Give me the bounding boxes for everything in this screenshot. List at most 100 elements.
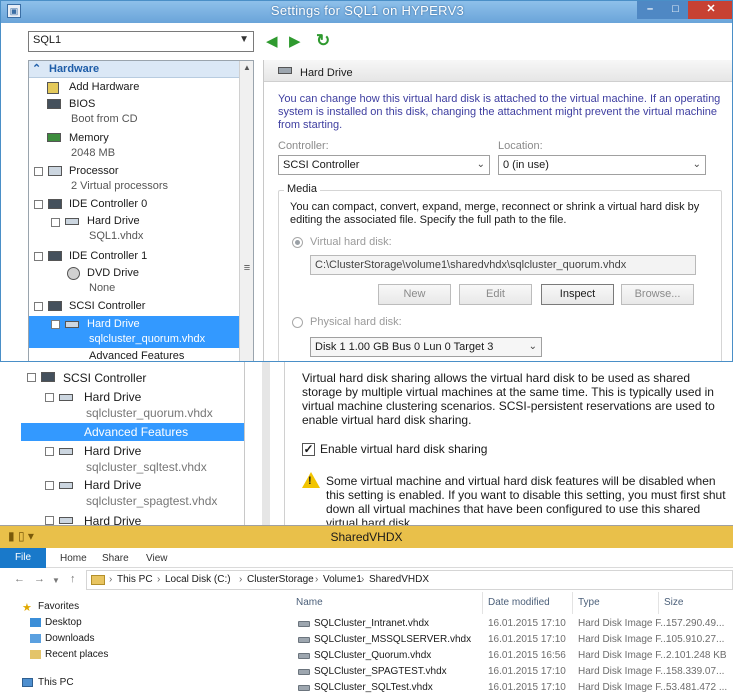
vhdx-file-icon	[298, 637, 310, 643]
enable-sharing-checkbox[interactable]: ✓	[302, 443, 315, 456]
settings-title-bar[interactable]: ▣ Settings for SQL1 on HYPERV3 – □ ✕	[1, 1, 732, 23]
explorer-title-bar[interactable]: ▮ ▯ ▾ SharedVHDX	[0, 526, 733, 548]
tab-view[interactable]: View	[146, 553, 168, 564]
tree-item-hard-drive-partial[interactable]: Hard Drive	[84, 514, 141, 525]
column-divider[interactable]	[572, 592, 573, 614]
expand-toggle[interactable]	[45, 481, 54, 490]
tab-share[interactable]: Share	[102, 553, 129, 564]
column-divider[interactable]	[658, 592, 659, 614]
close-button[interactable]: ✕	[688, 1, 732, 19]
breadcrumb[interactable]: › This PC › Local Disk (C:) › ClusterSto…	[86, 570, 733, 590]
enable-sharing-label[interactable]: Enable virtual hard disk sharing	[320, 442, 487, 456]
collapse-toggle[interactable]	[34, 252, 43, 261]
vhd-path-input[interactable]: C:\ClusterStorage\volume1\sharedvhdx\sql…	[310, 255, 696, 275]
breadcrumb-clusterstorage[interactable]: ClusterStorage	[247, 574, 314, 585]
nav-downloads[interactable]: Downloads	[45, 633, 94, 644]
controller-dropdown[interactable]: SCSI Controller ⌄	[278, 155, 490, 175]
computer-icon	[22, 678, 33, 687]
tree-item-ide-controller-1[interactable]: IDE Controller 1	[69, 250, 147, 262]
column-header-name[interactable]: Name	[296, 597, 323, 608]
vm-selector-dropdown[interactable]: SQL1 ▼	[28, 31, 254, 52]
virtual-hard-disk-radio[interactable]	[292, 237, 303, 248]
table-row[interactable]: SQLCluster_SQLTest.vhdx 16.01.2015 17:10…	[290, 680, 733, 695]
edit-button[interactable]: Edit	[459, 284, 532, 305]
expand-toggle[interactable]	[51, 218, 60, 227]
file-type: Hard Disk Image F...	[578, 650, 669, 661]
hardware-section-header[interactable]: ⌃ Hardware	[29, 61, 239, 78]
breadcrumb-separator-icon: ›	[109, 574, 113, 585]
breadcrumb-local-disk[interactable]: Local Disk (C:)	[165, 574, 231, 585]
forward-arrow-icon[interactable]: ▶	[289, 32, 301, 50]
physical-hard-disk-radio[interactable]	[292, 317, 303, 328]
tab-file[interactable]: File	[0, 548, 46, 568]
refresh-icon[interactable]: ↻	[316, 31, 330, 51]
recent-locations-chevron-icon[interactable]: ▼	[52, 576, 60, 585]
address-bar: ← → ▼ ↑ › This PC › Local Disk (C:) › Cl…	[0, 568, 733, 592]
expand-toggle[interactable]	[45, 516, 54, 525]
tree-item-add-hardware[interactable]: Add Hardware	[69, 81, 139, 93]
new-button[interactable]: New	[378, 284, 451, 305]
table-row[interactable]: SQLCluster_Intranet.vhdx 16.01.2015 17:1…	[290, 616, 733, 632]
scroll-up-icon[interactable]: ▲	[243, 63, 251, 72]
chevron-down-icon: ⌄	[528, 341, 537, 352]
column-divider[interactable]	[482, 592, 483, 614]
tree-item-hard-drive-quorum[interactable]: Hard Drive	[84, 390, 141, 404]
nav-this-pc[interactable]: This PC	[38, 677, 74, 688]
expand-toggle[interactable]	[34, 167, 43, 176]
back-arrow-icon[interactable]: ←	[14, 573, 25, 585]
vhdx-file-icon	[298, 653, 310, 659]
tree-item-hard-drive-scsi[interactable]: Hard Drive	[87, 318, 140, 330]
file-date: 16.01.2015 17:10	[488, 634, 566, 645]
column-header-type[interactable]: Type	[578, 597, 600, 608]
tree-item-scsi-controller[interactable]: SCSI Controller	[69, 300, 145, 312]
tree-item-dvd-drive[interactable]: DVD Drive	[87, 267, 139, 279]
tree-scrollbar[interactable]: ▲ ≡	[239, 61, 253, 361]
tree-item-hard-drive-spagtest[interactable]: Hard Drive	[84, 478, 141, 492]
table-row[interactable]: SQLCluster_MSSQLSERVER.vhdx 16.01.2015 1…	[290, 632, 733, 648]
nav-favorites[interactable]: Favorites	[38, 601, 79, 612]
file-date: 16.01.2015 17:10	[488, 682, 566, 693]
scroll-track[interactable]	[262, 362, 270, 525]
up-arrow-icon[interactable]: ↑	[70, 573, 76, 585]
column-header-size[interactable]: Size	[664, 597, 683, 608]
minimize-button[interactable]: –	[637, 1, 663, 19]
tree-item-hard-drive-sqltest[interactable]: Hard Drive	[84, 444, 141, 458]
table-row[interactable]: SQLCluster_SPAGTEST.vhdx 16.01.2015 17:1…	[290, 664, 733, 680]
collapse-toggle[interactable]	[45, 393, 54, 402]
maximize-button[interactable]: □	[663, 1, 688, 19]
hard-drive-icon	[59, 482, 73, 489]
tree-item-processor[interactable]: Processor	[69, 165, 119, 177]
hard-drive-icon	[59, 517, 73, 524]
breadcrumb-sharedvhdx[interactable]: SharedVHDX	[369, 574, 429, 585]
scroll-thumb[interactable]: ≡	[242, 261, 252, 277]
forward-arrow-icon[interactable]: →	[34, 573, 45, 585]
tree-item-advanced-features[interactable]: Advanced Features	[84, 425, 188, 439]
tree-item-ide-controller-0[interactable]: IDE Controller 0	[69, 198, 147, 210]
tree-item-hard-drive-ide[interactable]: Hard Drive	[87, 215, 140, 227]
location-dropdown[interactable]: 0 (in use) ⌄	[498, 155, 706, 175]
file-name: SQLCluster_Intranet.vhdx	[314, 618, 430, 629]
column-header-date-modified[interactable]: Date modified	[488, 597, 550, 608]
back-arrow-icon[interactable]: ◀	[266, 32, 278, 50]
tree-scrollbar[interactable]	[245, 362, 285, 525]
browse-button[interactable]: Browse...	[621, 284, 694, 305]
collapse-toggle[interactable]	[34, 302, 43, 311]
inspect-button[interactable]: Inspect	[541, 284, 614, 305]
expand-toggle[interactable]	[45, 447, 54, 456]
collapse-toggle[interactable]	[34, 200, 43, 209]
tree-item-bios[interactable]: BIOS	[69, 98, 95, 110]
tree-item-memory[interactable]: Memory	[69, 132, 109, 144]
breadcrumb-volume1[interactable]: Volume1	[323, 574, 362, 585]
tree-item-advanced-features[interactable]: Advanced Features	[89, 350, 184, 361]
breadcrumb-this-pc[interactable]: This PC	[117, 574, 153, 585]
chevron-down-icon: ⌄	[476, 159, 485, 170]
physical-disk-dropdown[interactable]: Disk 1 1.00 GB Bus 0 Lun 0 Target 3 ⌄	[310, 337, 542, 357]
tree-item-scsi-controller[interactable]: SCSI Controller	[63, 371, 146, 385]
nav-recent-places[interactable]: Recent places	[45, 649, 108, 660]
tab-home[interactable]: Home	[60, 553, 87, 564]
collapse-toggle[interactable]	[27, 373, 36, 382]
collapse-toggle[interactable]	[51, 320, 60, 329]
table-row[interactable]: SQLCluster_Quorum.vhdx 16.01.2015 16:56 …	[290, 648, 733, 664]
downloads-icon	[30, 634, 41, 643]
nav-desktop[interactable]: Desktop	[45, 617, 82, 628]
